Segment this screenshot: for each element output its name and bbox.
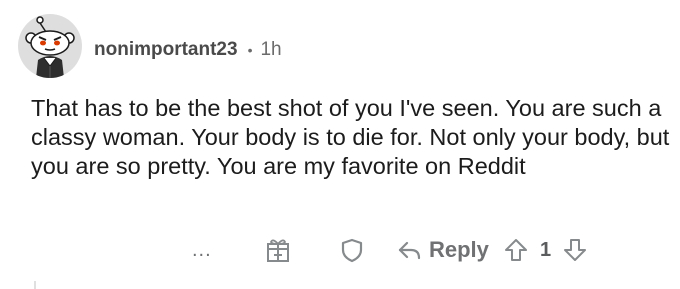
more-options-label: ... [192, 238, 212, 261]
reply-button[interactable]: Reply [395, 232, 489, 268]
reply-label: Reply [429, 237, 489, 262]
timestamp[interactable]: 1h [260, 39, 281, 61]
comment-action-bar: ... Reply 1 [0, 232, 680, 268]
meta-separator: • [247, 42, 253, 58]
comment-body: That has to be the best shot of you I've… [31, 95, 670, 179]
downvote-icon[interactable] [561, 236, 589, 264]
award-button[interactable] [264, 232, 292, 268]
snoo-avatar-icon [25, 16, 75, 78]
avatar[interactable] [18, 14, 82, 78]
vote-score: 1 [540, 238, 552, 261]
gift-icon [267, 239, 289, 262]
shield-icon [341, 238, 363, 263]
comment: nonimportant23 • 1h That has to be the b… [0, 0, 680, 289]
reply-arrow-icon [398, 241, 421, 260]
more-options-button[interactable]: ... [192, 232, 212, 268]
username-link[interactable]: nonimportant23 [94, 39, 238, 61]
upvote-icon[interactable] [502, 236, 530, 264]
comment-header: nonimportant23 • 1h [94, 36, 282, 64]
thread-line [34, 281, 36, 289]
save-shield-button[interactable] [338, 232, 366, 268]
vote-controls: 1 [502, 232, 589, 268]
